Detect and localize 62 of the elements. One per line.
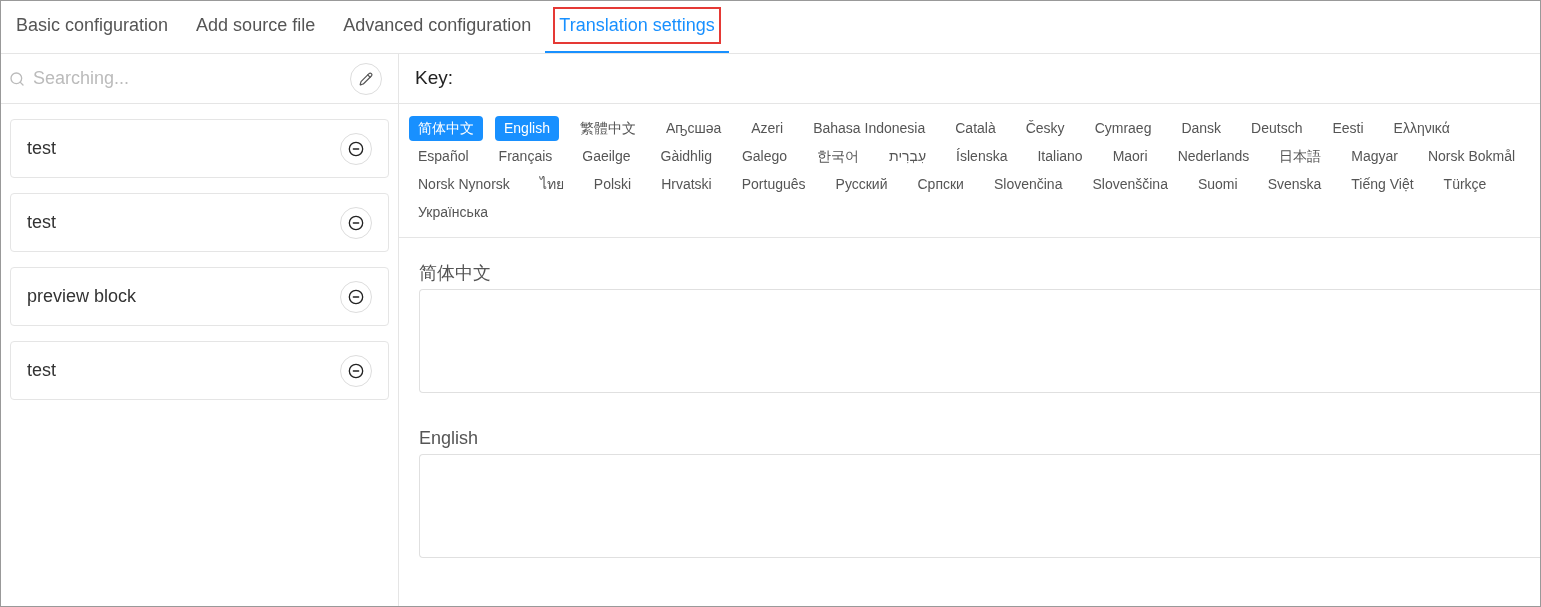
- pencil-icon: [359, 71, 373, 86]
- language-tag[interactable]: Српски: [908, 172, 973, 197]
- language-tag[interactable]: Français: [489, 144, 562, 169]
- minus-circle-icon: [348, 288, 364, 305]
- item-label: test: [27, 211, 56, 234]
- language-tag[interactable]: Català: [946, 116, 1005, 141]
- minus-circle-icon: [348, 140, 364, 157]
- language-tag[interactable]: Íslenska: [947, 144, 1017, 169]
- language-tag[interactable]: Português: [732, 172, 815, 197]
- language-tag[interactable]: Cymraeg: [1085, 116, 1161, 141]
- language-tag[interactable]: Аҧсшәа: [656, 116, 731, 141]
- list-item[interactable]: test: [10, 193, 389, 252]
- language-tag[interactable]: Hrvatski: [652, 172, 721, 197]
- key-label: Key:: [415, 66, 454, 91]
- tab[interactable]: Add source file: [182, 1, 330, 53]
- item-label: preview block: [27, 285, 137, 308]
- language-tag[interactable]: ไทย: [530, 172, 573, 197]
- language-tag[interactable]: Slovenščina: [1083, 172, 1177, 197]
- language-tag[interactable]: Gàidhlig: [651, 144, 721, 169]
- language-tag[interactable]: Magyar: [1342, 144, 1407, 169]
- language-tag[interactable]: Bahasa Indonesia: [804, 116, 935, 141]
- translation-field[interactable]: [419, 289, 1540, 393]
- field-label: 简体中文: [419, 262, 492, 285]
- language-tag[interactable]: Tiếng Việt: [1342, 172, 1423, 197]
- language-tag[interactable]: Azeri: [742, 116, 793, 141]
- language-tag[interactable]: Norsk Bokmål: [1418, 144, 1525, 169]
- language-tag[interactable]: Italiano: [1028, 144, 1092, 169]
- minus-circle-icon: [348, 362, 364, 379]
- list-item[interactable]: test: [10, 341, 389, 400]
- language-tag[interactable]: Gaeilge: [573, 144, 640, 169]
- language-tag[interactable]: Polski: [584, 172, 641, 197]
- language-tag[interactable]: 繁體中文: [570, 116, 645, 141]
- language-tag[interactable]: Galego: [732, 144, 797, 169]
- language-tag[interactable]: Svenska: [1258, 172, 1331, 197]
- language-tag[interactable]: Česky: [1016, 116, 1074, 141]
- language-tag[interactable]: Dansk: [1172, 116, 1231, 141]
- search-icon: [9, 70, 25, 87]
- field-label: English: [419, 427, 480, 450]
- language-tag[interactable]: Español: [409, 144, 478, 169]
- language-tag[interactable]: עִבְרִית: [880, 144, 936, 169]
- search-field[interactable]: Searching...: [33, 65, 342, 92]
- tab[interactable]: Basic configuration: [2, 1, 183, 53]
- tab[interactable]: Advanced configuration: [329, 1, 546, 53]
- language-tag[interactable]: Slovenčina: [984, 172, 1072, 197]
- item-label: test: [27, 137, 56, 160]
- language-tag[interactable]: Русский: [826, 172, 897, 197]
- language-tag[interactable]: 한국어: [808, 144, 869, 169]
- language-tag[interactable]: 日本語: [1270, 144, 1331, 169]
- language-tag[interactable]: Maori: [1103, 144, 1157, 169]
- item-label: test: [27, 359, 56, 382]
- language-tag[interactable]: Deutsch: [1242, 116, 1312, 141]
- translation-field[interactable]: [419, 454, 1540, 558]
- language-tag[interactable]: Eesti: [1323, 116, 1373, 141]
- language-tag[interactable]: Suomi: [1188, 172, 1247, 197]
- list-item[interactable]: preview block: [10, 267, 389, 326]
- minus-circle-icon: [348, 214, 364, 231]
- language-tag[interactable]: Nederlands: [1168, 144, 1259, 169]
- language-tag[interactable]: Ελληνικά: [1384, 116, 1459, 141]
- language-tag[interactable]: Українська: [409, 200, 498, 225]
- language-tag[interactable]: Türkçe: [1434, 172, 1496, 197]
- list-item[interactable]: test: [10, 119, 389, 178]
- language-tag[interactable]: Norsk Nynorsk: [409, 172, 519, 197]
